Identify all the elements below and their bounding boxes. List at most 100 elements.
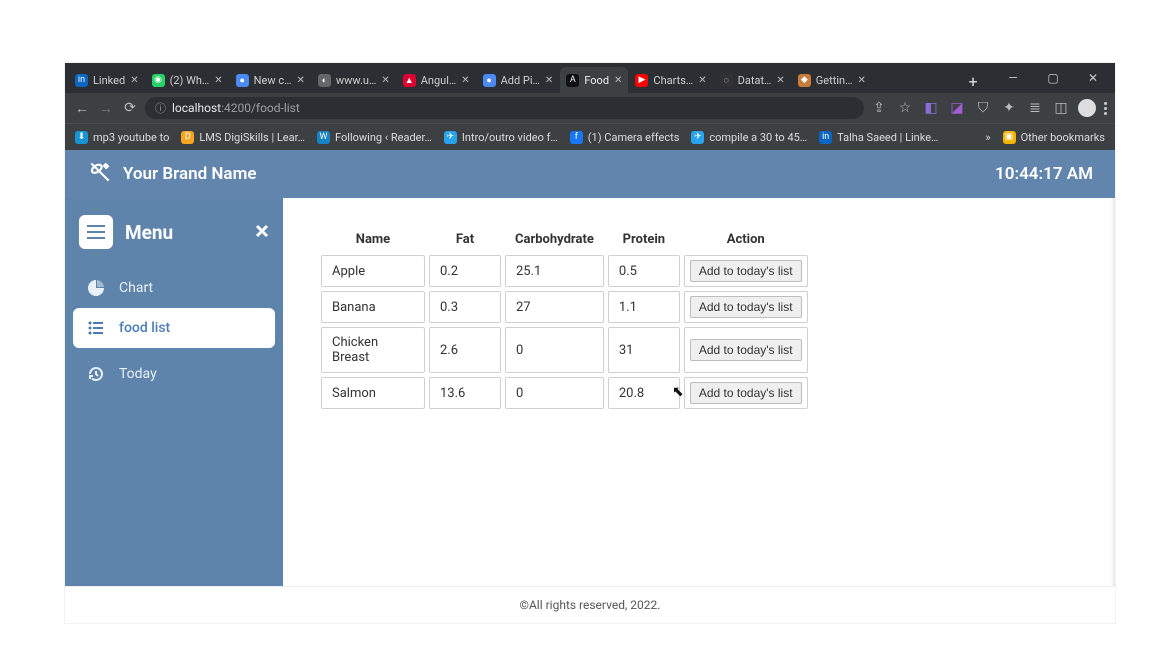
extension-icon[interactable]: ◧ [922, 99, 940, 117]
tab-title: Charts… [653, 74, 693, 87]
new-tab-button[interactable]: + [961, 69, 985, 93]
bookmark-item[interactable]: ✈Intro/outro video f… [444, 131, 558, 144]
bookmarks-overflow[interactable]: » [985, 131, 990, 144]
browser-tab[interactable]: ●Add Pi…✕ [477, 67, 560, 93]
bookmark-favicon-icon: f [570, 131, 583, 144]
cell-fat: 13.6 [429, 377, 501, 409]
browser-tab[interactable]: ▲ Angul… ✕ [397, 67, 476, 93]
bookmark-label: mp3 youtube to [93, 131, 169, 144]
bookmark-favicon-icon: ✈ [691, 131, 704, 144]
sidebar-item-today[interactable]: Today [73, 354, 275, 394]
extensions-puzzle-icon[interactable]: ✦ [1000, 99, 1018, 117]
brand-logo-icon [87, 159, 113, 189]
col-protein: Protein [608, 228, 680, 251]
cell-carb: 25.1 [505, 255, 604, 287]
main-panel: Name Fat Carbohydrate Protein Action App… [283, 198, 1115, 586]
browser-tab[interactable]: ◆Gettin…✕ [792, 67, 872, 93]
sidebar-title: Menu [125, 221, 243, 244]
window-minimize-button[interactable]: — [993, 63, 1033, 93]
browser-tab[interactable]: ▶Charts…✕ [629, 67, 712, 93]
tab-close-button[interactable]: ✕ [857, 75, 865, 86]
sidepanel-icon[interactable]: ◫ [1052, 99, 1070, 117]
cell-fat: 0.3 [429, 291, 501, 323]
menu-toggle-button[interactable] [79, 215, 113, 249]
browser-titlebar: inLinked✕◉(2) Wh…✕●New c…✕◐www.u…✕▲Angul… [65, 63, 1115, 93]
add-to-today-button[interactable]: Add to today's list [690, 382, 802, 404]
table-row: Apple0.225.10.5Add to today's list [321, 255, 808, 287]
browser-tab[interactable]: ◉(2) Wh…✕ [146, 67, 229, 93]
site-info-icon[interactable]: ⓘ [155, 100, 166, 116]
tab-title: Datat… [738, 74, 772, 87]
tab-favicon-icon: ▲ [403, 74, 416, 87]
browser-tab[interactable]: ●New c…✕ [230, 67, 311, 93]
bookmark-item[interactable]: f (1) Camera effects [570, 131, 680, 144]
nav-reload-button[interactable]: ⟳ [121, 99, 139, 117]
sidebar-item-chart[interactable]: Chart [73, 268, 275, 308]
tab-title: Gettin… [816, 74, 853, 87]
share-icon[interactable]: ⇪ [870, 99, 888, 117]
bookmark-favicon-icon: W [317, 131, 330, 144]
cell-action: Add to today's list [684, 291, 808, 323]
tab-close-button[interactable]: ✕ [214, 75, 222, 86]
cell-protein: 20.8 [608, 377, 680, 409]
bookmark-item[interactable]: ✈compile a 30 to 45… [691, 131, 807, 144]
sidebar-item-label: Chart [119, 280, 153, 296]
bookmark-label: (1) Camera effects [588, 131, 680, 144]
tab-close-button[interactable]: ✕ [461, 75, 469, 86]
bookmark-item[interactable]: in Talha Saeed | Linke… [819, 131, 938, 144]
nav-forward-button[interactable]: → [97, 99, 115, 117]
bookmark-item[interactable]: ⬇mp3 youtube to [75, 131, 169, 144]
bookmark-item[interactable]: WFollowing ‹ Reader… [317, 131, 432, 144]
shield-icon[interactable]: ⛉ [974, 99, 992, 117]
browser-tab-strip: inLinked✕◉(2) Wh…✕●New c…✕◐www.u…✕▲Angul… [65, 63, 955, 93]
cell-name: Banana [321, 291, 425, 323]
window-maximize-button[interactable]: ▢ [1033, 63, 1073, 93]
browser-tab[interactable]: ◐www.u…✕ [312, 67, 396, 93]
close-sidebar-button[interactable] [255, 223, 269, 242]
window-close-button[interactable]: ✕ [1073, 63, 1113, 93]
sidebar-item-food-list[interactable]: food list [73, 308, 275, 348]
tab-title: www.u… [336, 74, 376, 87]
tab-title: Food [584, 74, 609, 87]
tab-title: Angul… [421, 74, 457, 87]
tab-close-button[interactable]: ✕ [614, 75, 622, 86]
cell-fat: 2.6 [429, 327, 501, 373]
add-to-today-button[interactable]: Add to today's list [690, 296, 802, 318]
bookmarks-bar: ⬇mp3 youtube to DLMS DigiSkills | Lear… WF… [65, 123, 1115, 150]
url-host: localhost [172, 101, 221, 115]
sidebar: Menu Chart food list Today [65, 198, 283, 586]
col-action: Action [684, 228, 808, 251]
profile-avatar[interactable] [1078, 99, 1096, 117]
nav-back-button[interactable]: ← [73, 99, 91, 117]
bookmark-favicon-icon: in [819, 131, 832, 144]
browser-tab[interactable]: AFood✕ [560, 67, 628, 93]
browser-menu-button[interactable] [1104, 102, 1107, 115]
add-to-today-button[interactable]: Add to today's list [690, 260, 802, 282]
tab-title: Linked [93, 74, 125, 87]
tab-close-button[interactable]: ✕ [381, 75, 389, 86]
col-carb: Carbohydrate [505, 228, 604, 251]
tab-close-button[interactable]: ✕ [545, 75, 553, 86]
tab-close-button[interactable]: ✕ [296, 75, 304, 86]
bookmark-item[interactable]: DLMS DigiSkills | Lear… [181, 131, 305, 144]
address-bar[interactable]: ⓘ localhost:4200/food-list [145, 97, 864, 119]
extension-icon-2[interactable]: ◪ [948, 99, 966, 117]
browser-tab[interactable]: inLinked✕ [69, 67, 145, 93]
tab-close-button[interactable]: ✕ [130, 75, 138, 86]
app-header: Your Brand Name 10:44:17 AM [65, 150, 1115, 198]
tab-favicon-icon: ● [483, 74, 496, 87]
tab-favicon-icon: ● [236, 74, 249, 87]
bookmark-star-icon[interactable]: ☆ [896, 99, 914, 117]
cell-carb: 0 [505, 327, 604, 373]
col-name: Name [321, 228, 425, 251]
table-row: Salmon13.6020.8Add to today's list [321, 377, 808, 409]
reading-list-icon[interactable]: ≣ [1026, 99, 1044, 117]
bookmark-label: Talha Saeed | Linke… [837, 131, 938, 144]
tab-close-button[interactable]: ✕ [698, 75, 706, 86]
browser-tab[interactable]: ◌Datat…✕ [714, 67, 791, 93]
cell-protein: 0.5 [608, 255, 680, 287]
tab-close-button[interactable]: ✕ [776, 75, 784, 86]
cell-protein: 1.1 [608, 291, 680, 323]
add-to-today-button[interactable]: Add to today's list [690, 339, 802, 361]
other-bookmarks-folder[interactable]: ▣ Other bookmarks [1003, 131, 1105, 144]
